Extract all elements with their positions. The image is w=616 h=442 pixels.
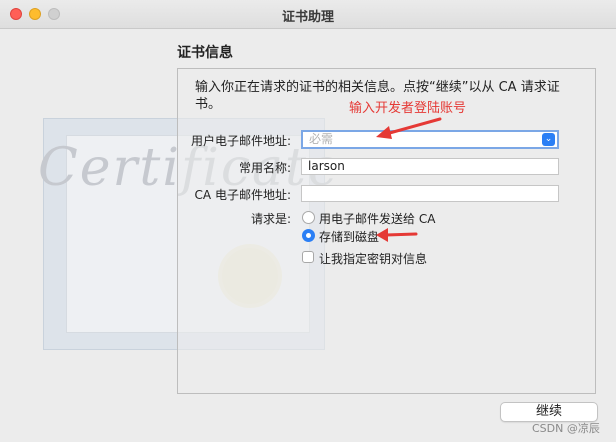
email-placeholder: 必需 <box>309 132 334 146</box>
common-name-field[interactable]: larson <box>301 158 559 175</box>
email-to-ca-label[interactable]: 用电子邮件发送给 CA <box>319 210 435 227</box>
save-to-disk-label[interactable]: 存储到磁盘 <box>319 228 379 245</box>
common-name-value: larson <box>308 159 345 173</box>
email-hint-annotation: 输入开发者登陆账号 <box>349 101 467 116</box>
red-arrow-icon <box>376 117 442 139</box>
key-pair-label[interactable]: 让我指定密钥对信息 <box>319 250 427 267</box>
email-label: 用户电子邮件地址: <box>190 134 291 148</box>
ca-email-field[interactable] <box>301 185 559 202</box>
common-name-label: 常用名称: <box>238 161 291 175</box>
title-bar: 证书助理 <box>0 0 616 29</box>
window-title: 证书助理 <box>281 10 334 25</box>
section-title: 证书信息 <box>177 45 233 61</box>
certificate-assistant-window: 证书助理 Certificate 证书信息 输入你正在请求的证书的相关信息。点按… <box>0 0 616 442</box>
chevron-down-icon[interactable]: ⌄ <box>542 133 555 146</box>
request-label: 请求是: <box>250 212 291 226</box>
continue-button[interactable]: 继续 <box>500 402 598 422</box>
watermark-text: CSDN @凉辰 <box>532 422 600 435</box>
ca-email-label: CA 电子邮件地址: <box>194 188 291 202</box>
save-to-disk-radio[interactable] <box>302 229 315 242</box>
red-arrow-icon <box>376 228 418 242</box>
email-to-ca-radio[interactable] <box>302 211 315 224</box>
key-pair-checkbox[interactable] <box>302 251 314 263</box>
